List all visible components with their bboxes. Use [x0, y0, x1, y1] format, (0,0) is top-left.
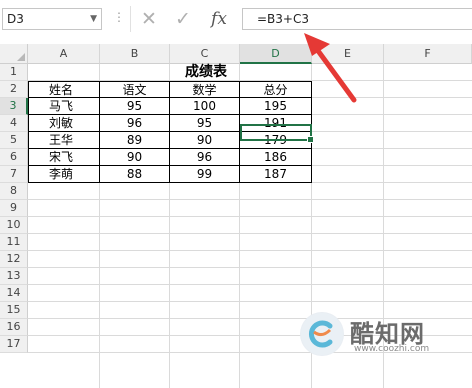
- cancel-icon[interactable]: ✕: [134, 8, 164, 30]
- row-header-6[interactable]: 6: [0, 149, 28, 166]
- gridline-horizontal: [28, 267, 472, 268]
- header-cell[interactable]: 姓名: [28, 81, 100, 98]
- row-header-7[interactable]: 7: [0, 166, 28, 183]
- grip-dots-icon: ⋮: [113, 10, 125, 24]
- row-header-14[interactable]: 14: [0, 285, 28, 302]
- watermark: 酷知网 www.coozhi.com: [300, 306, 470, 356]
- table-cell[interactable]: 96: [100, 115, 170, 132]
- row-header-10[interactable]: 10: [0, 217, 28, 234]
- header-cell[interactable]: 数学: [170, 81, 240, 98]
- name-box[interactable]: D3 ▼: [2, 8, 102, 30]
- table-cell[interactable]: 195: [240, 98, 312, 115]
- row-header-2[interactable]: 2: [0, 81, 28, 98]
- coozhi-logo-icon: [300, 312, 344, 356]
- table-cell[interactable]: 99: [170, 166, 240, 183]
- row-header-15[interactable]: 15: [0, 302, 28, 319]
- gridline-horizontal: [28, 284, 472, 285]
- row-header-11[interactable]: 11: [0, 234, 28, 251]
- table-cell[interactable]: 90: [170, 132, 240, 149]
- table-cell[interactable]: 187: [240, 166, 312, 183]
- row-header-1[interactable]: 1: [0, 64, 28, 81]
- header-cell[interactable]: 语文: [100, 81, 170, 98]
- table-cell[interactable]: 王华: [28, 132, 100, 149]
- row-header-16[interactable]: 16: [0, 319, 28, 336]
- row-header-4[interactable]: 4: [0, 115, 28, 132]
- table-cell[interactable]: 88: [100, 166, 170, 183]
- row-header-9[interactable]: 9: [0, 200, 28, 217]
- toolbar-divider: [130, 6, 131, 32]
- formula-input[interactable]: =B3+C3: [242, 8, 472, 30]
- sheet-title[interactable]: 成绩表: [100, 64, 312, 81]
- row-header-8[interactable]: 8: [0, 183, 28, 200]
- watermark-url: www.coozhi.com: [354, 344, 430, 354]
- table-cell[interactable]: 李萌: [28, 166, 100, 183]
- gridline-horizontal: [28, 250, 472, 251]
- row-header-3[interactable]: 3: [0, 98, 28, 115]
- name-box-value: D3: [7, 12, 24, 26]
- column-header-e[interactable]: E: [312, 44, 384, 64]
- table-cell[interactable]: 179: [240, 132, 312, 149]
- table-cell[interactable]: 100: [170, 98, 240, 115]
- insert-function-button[interactable]: fx: [204, 8, 234, 30]
- table-cell[interactable]: 89: [100, 132, 170, 149]
- table-cell[interactable]: 90: [100, 149, 170, 166]
- formula-bar: D3 ▼ ⋮ ✕ ✓ fx =B3+C3: [0, 0, 472, 44]
- row-header-5[interactable]: 5: [0, 132, 28, 149]
- gridline-horizontal: [28, 216, 472, 217]
- row-header-12[interactable]: 12: [0, 251, 28, 268]
- table-cell[interactable]: 刘敏: [28, 115, 100, 132]
- table-cell[interactable]: 191: [240, 115, 312, 132]
- row-header-17[interactable]: 17: [0, 336, 28, 353]
- table-cell[interactable]: 马飞: [28, 98, 100, 115]
- column-header-f[interactable]: F: [384, 44, 472, 64]
- column-header-a[interactable]: A: [28, 44, 100, 64]
- column-header-d[interactable]: D: [240, 44, 312, 64]
- table-cell[interactable]: 96: [170, 149, 240, 166]
- gridline-horizontal: [28, 199, 472, 200]
- table-cell[interactable]: 95: [170, 115, 240, 132]
- chevron-down-icon[interactable]: ▼: [90, 9, 97, 29]
- enter-icon[interactable]: ✓: [168, 8, 198, 30]
- table-cell[interactable]: 宋飞: [28, 149, 100, 166]
- column-header-c[interactable]: C: [170, 44, 240, 64]
- column-header-b[interactable]: B: [100, 44, 170, 64]
- header-cell[interactable]: 总分: [240, 81, 312, 98]
- gridline-horizontal: [28, 233, 472, 234]
- select-all-corner[interactable]: [0, 44, 28, 64]
- table-cell[interactable]: 186: [240, 149, 312, 166]
- gridline-horizontal: [28, 301, 472, 302]
- table-cell[interactable]: 95: [100, 98, 170, 115]
- row-header-13[interactable]: 13: [0, 268, 28, 285]
